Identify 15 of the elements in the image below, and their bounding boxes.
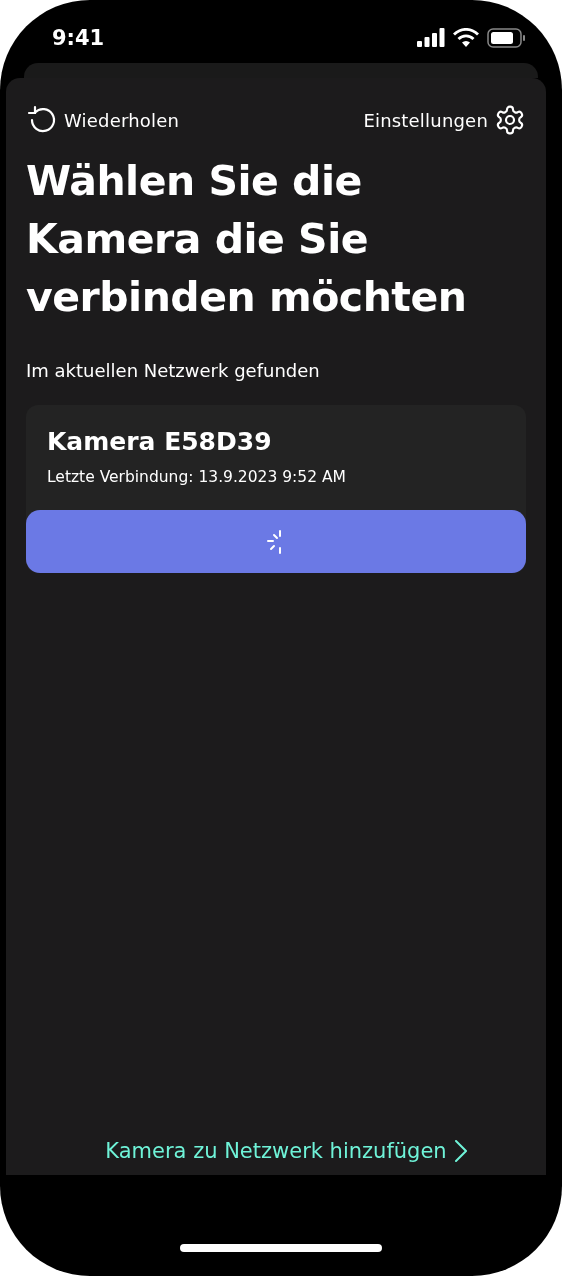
- section-label: Im aktuellen Netzwerk gefunden: [26, 360, 321, 381]
- wifi-icon: [453, 28, 479, 47]
- camera-card[interactable]: Kamera E58D39 Letzte Verbindung: 13.9.2023 9:52 AM: [26, 405, 526, 573]
- battery-icon: [487, 27, 526, 48]
- settings-icon: [494, 104, 526, 136]
- camera-name: Kamera E58D39: [47, 427, 273, 456]
- signal-icon: [417, 28, 445, 47]
- page-title: Wählen Sie die Kamera die Sie verbinden möchten: [26, 156, 468, 323]
- retry-button[interactable]: Wiederholen: [26, 104, 180, 136]
- last-connection: Letzte Verbindung: 13.9.2023 9:52 AM: [47, 468, 347, 486]
- status-time: 9:41: [52, 24, 105, 50]
- add-camera-link[interactable]: Kamera zu Netzwerk hinzufügen: [105, 1139, 467, 1163]
- connect-button[interactable]: [26, 510, 526, 573]
- settings-button[interactable]: Einstellungen: [363, 104, 526, 136]
- chevron-right-icon: [454, 1140, 467, 1162]
